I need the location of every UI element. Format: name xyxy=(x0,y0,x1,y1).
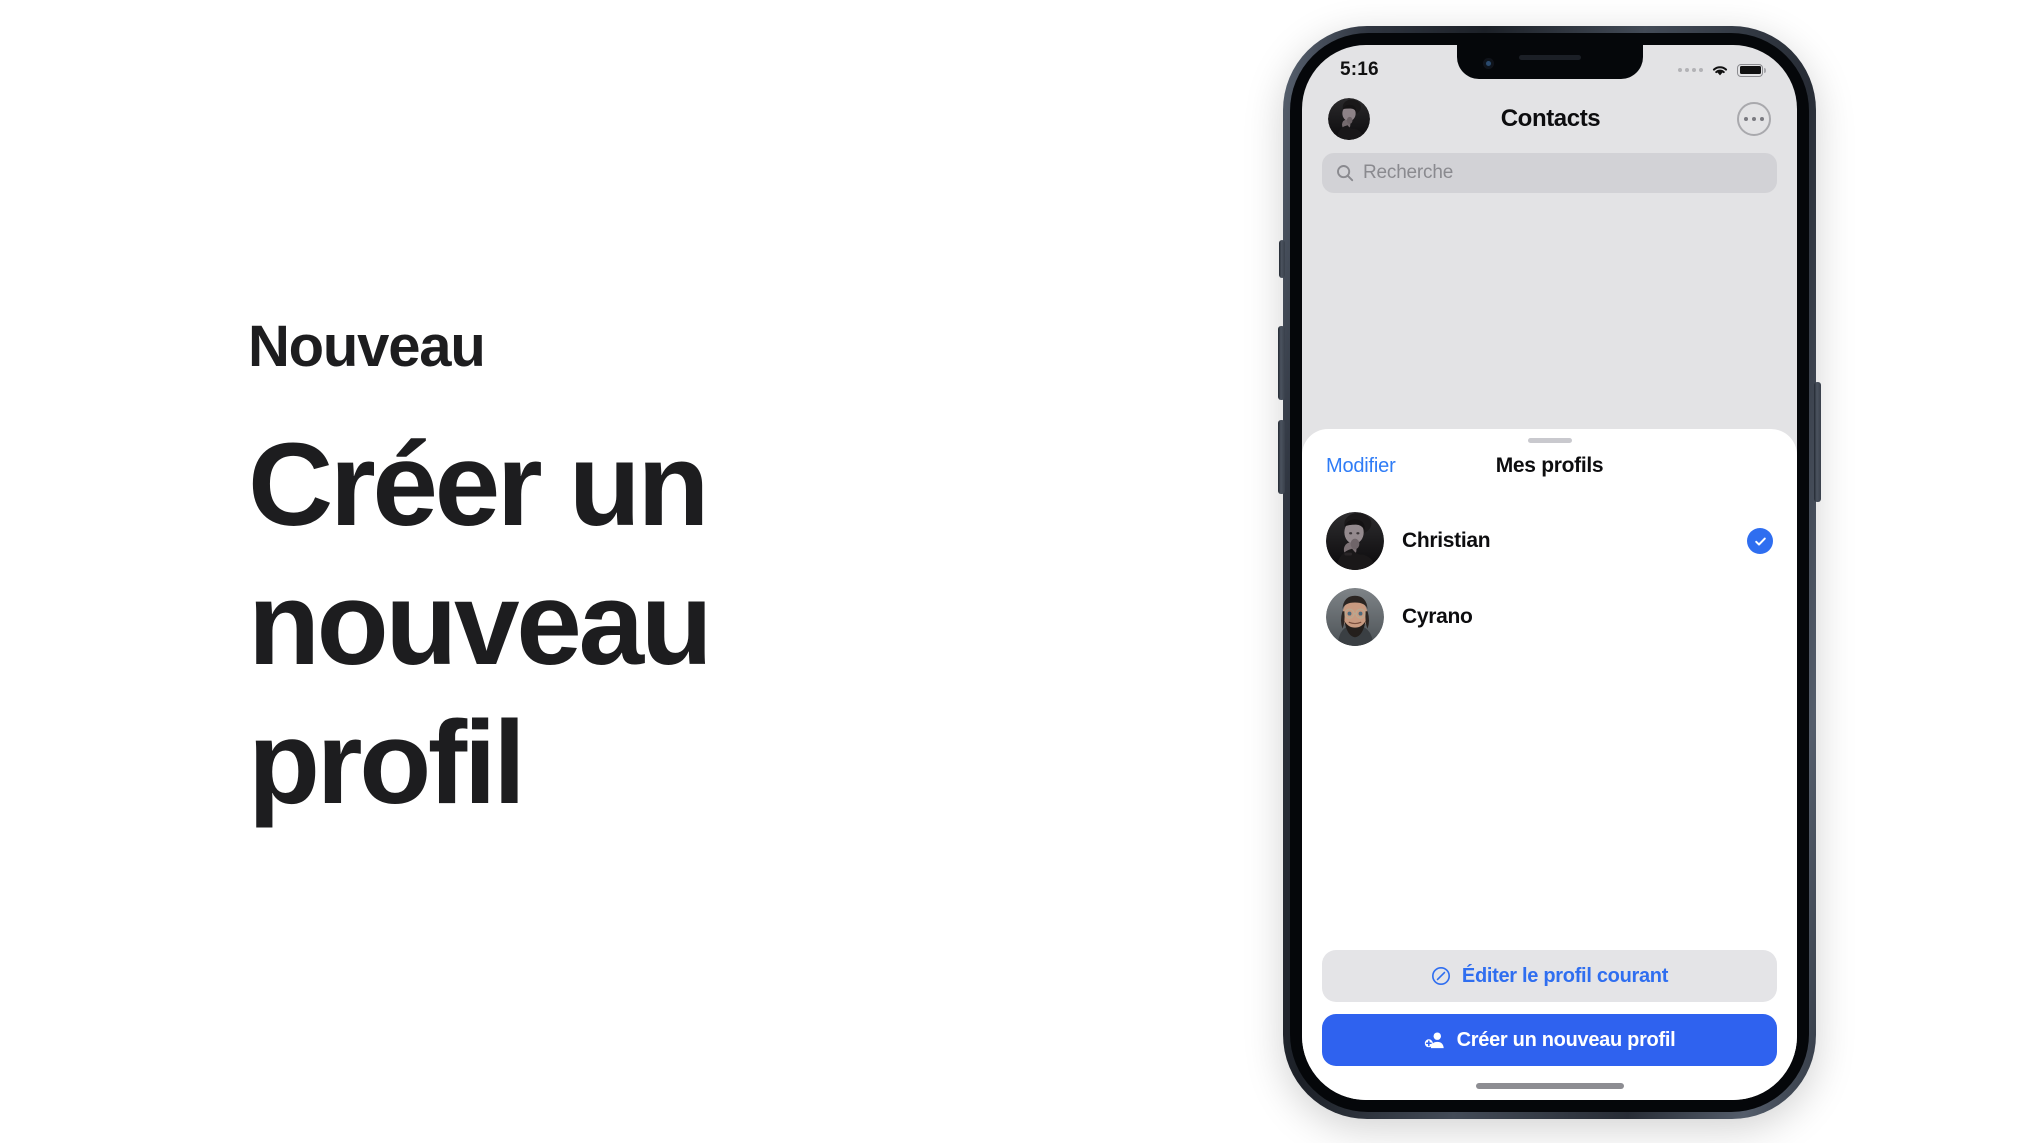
front-camera-icon xyxy=(1482,58,1494,69)
battery-full-icon xyxy=(1737,63,1766,77)
marketing-copy: Nouveau Créer un nouveau profil xyxy=(248,318,888,834)
power-button[interactable] xyxy=(1814,382,1821,502)
create-new-profile-button[interactable]: Créer un nouveau profil xyxy=(1322,1014,1777,1066)
status-badge[interactable] xyxy=(1747,528,1773,554)
list-item[interactable]: Cyrano xyxy=(1302,579,1797,655)
search-input[interactable]: Recherche xyxy=(1322,153,1777,193)
list-item[interactable]: Christian xyxy=(1302,503,1797,579)
profile-name: Christian xyxy=(1402,529,1491,552)
edit-button[interactable]: Modifier xyxy=(1326,455,1396,478)
slash-circle-icon xyxy=(1431,967,1450,985)
cellular-dots-icon xyxy=(1678,68,1703,72)
sheet-header: Modifier Mes profils xyxy=(1302,443,1797,489)
status-time: 5:16 xyxy=(1340,59,1379,80)
edit-current-profile-label: Éditer le profil courant xyxy=(1461,964,1669,987)
checkmark-icon xyxy=(1754,537,1766,545)
app-header: Contacts xyxy=(1302,91,1797,147)
notch xyxy=(1456,45,1643,79)
eyebrow-label: Nouveau xyxy=(248,314,486,379)
speaker-grille-icon xyxy=(1518,55,1581,60)
mute-switch-button[interactable] xyxy=(1279,240,1285,278)
phone-mockup: 5:16 Contacts Recherche Modifier Mes pro… xyxy=(1278,26,1821,1119)
volume-up-button[interactable] xyxy=(1278,326,1285,400)
profile-name: Cyrano xyxy=(1402,605,1473,628)
sheet-actions: Éditer le profil courant Créer un nouvea… xyxy=(1302,950,1797,1100)
home-indicator[interactable] xyxy=(1475,1083,1624,1089)
volume-down-button[interactable] xyxy=(1278,420,1285,494)
search-icon xyxy=(1337,165,1354,182)
christian-avatar xyxy=(1326,512,1384,570)
edit-current-profile-button[interactable]: Éditer le profil courant xyxy=(1322,950,1777,1002)
more-ellipsis-icon[interactable] xyxy=(1737,102,1771,136)
page-title: Créer un nouveau profil xyxy=(248,419,713,830)
create-new-profile-label: Créer un nouveau profil xyxy=(1456,1028,1676,1051)
phone-screen: 5:16 Contacts Recherche Modifier Mes pro… xyxy=(1302,45,1797,1100)
page-header-title: Contacts xyxy=(1500,105,1601,132)
profiles-sheet: Modifier Mes profils Christian Cyrano Éd… xyxy=(1302,429,1797,1100)
cyrano-avatar xyxy=(1326,588,1384,646)
search-placeholder: Recherche xyxy=(1363,162,1454,183)
profile-list: Christian Cyrano xyxy=(1302,489,1797,950)
person-add-icon xyxy=(1424,1032,1444,1049)
wifi-icon xyxy=(1712,65,1728,75)
status-indicators xyxy=(1678,63,1766,78)
